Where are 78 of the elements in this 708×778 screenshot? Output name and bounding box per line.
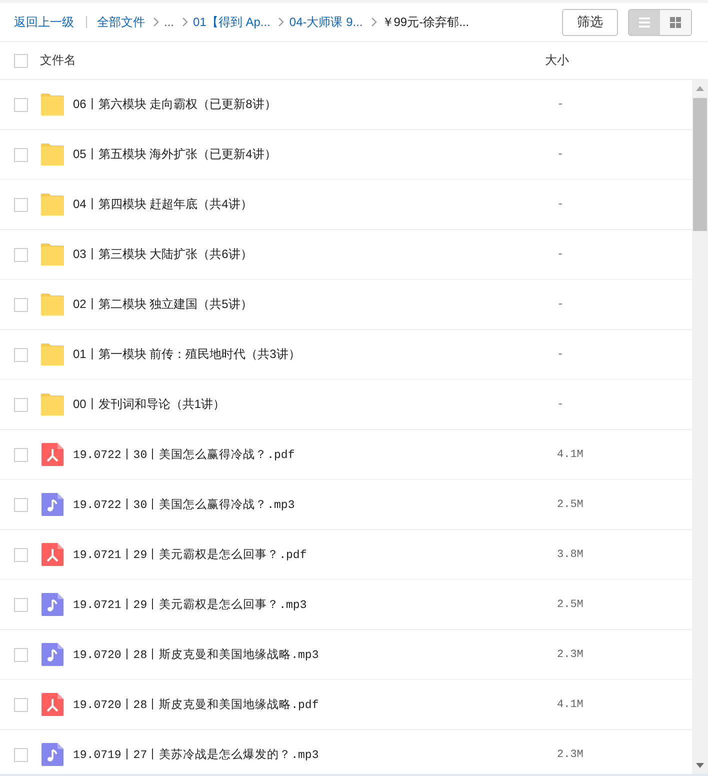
back-link[interactable]: 返回上一级 [14,14,74,30]
scrollbar[interactable] [692,80,708,774]
breadcrumb-ellipsis[interactable]: ... [164,14,174,30]
file-name[interactable]: 19.0720丨28丨斯皮克曼和美国地缘战略.mp3 [73,647,557,662]
folder-icon [41,393,64,416]
row-checkbox[interactable] [14,498,28,512]
folder-icon [41,293,64,316]
file-size: 2.3M [557,648,584,660]
chevron-icon [370,17,377,27]
breadcrumb-link[interactable]: 全部文件 [97,14,145,30]
pdf-file-icon [41,693,64,716]
file-size: - [557,298,564,310]
pdf-file-icon [41,443,64,466]
file-size: - [557,248,564,260]
file-size: 2.5M [557,598,584,610]
select-all-checkbox[interactable] [14,54,28,68]
music-file-icon [41,593,64,616]
music-file-icon [41,493,64,516]
file-name[interactable]: 03丨第三模块 大陆扩张（共6讲） [73,246,557,263]
row-checkbox[interactable] [14,698,28,712]
chevron-icon [278,17,284,27]
file-size: - [557,148,564,160]
row-checkbox[interactable] [14,298,28,312]
folder-icon [41,193,64,216]
file-name[interactable]: 19.0722丨30丨美国怎么赢得冷战？.mp3 [73,497,557,512]
file-size: 4.1M [557,698,584,710]
list-icon [639,16,650,28]
file-name[interactable]: 04丨第四模块 赶超年底（共4讲） [73,196,557,213]
column-header: 大小 [545,52,569,69]
pdf-file-icon [41,543,64,566]
file-name[interactable]: 19.0722丨30丨美国怎么赢得冷战？.pdf [73,447,557,462]
file-name[interactable]: 01丨第一模块 前传：殖民地时代（共3讲） [73,346,557,363]
music-file-icon [41,643,64,666]
file-name[interactable]: 19.0720丨28丨斯皮克曼和美国地缘战略.pdf [73,697,557,712]
file-size: - [557,348,564,360]
folder-icon [41,243,64,266]
list-view-button[interactable] [629,10,660,34]
row-checkbox[interactable] [14,398,28,412]
file-name[interactable]: 05丨第五模块 海外扩张（已更新4讲） [73,146,557,163]
row-checkbox[interactable] [14,648,28,662]
grid-icon [670,16,681,28]
file-name[interactable]: 06丨第六模块 走向霸权（已更新8讲） [73,96,557,113]
filter-button[interactable]: 筛选 [562,8,618,36]
file-size: 2.3M [557,748,584,760]
row-checkbox[interactable] [14,98,28,112]
chevron-icon [153,17,159,27]
folder-icon [41,143,64,166]
folder-icon [41,93,64,116]
file-size: 4.1M [557,448,584,460]
row-checkbox[interactable] [14,348,28,362]
scroll-up-icon[interactable] [696,86,704,91]
file-name[interactable]: 19.0721丨29丨美元霸权是怎么回事？.mp3 [73,597,557,612]
column-header: 文件名 [40,52,77,69]
row-checkbox[interactable] [14,248,28,262]
current-folder-name: ￥99元-徐弃郁... [382,14,470,30]
breadcrumb-link[interactable]: 04-大师课 9... [289,14,363,30]
row-checkbox[interactable] [14,448,28,462]
breadcrumb-link[interactable]: 01【得到 Ap... [193,14,270,30]
scroll-down-icon[interactable] [696,763,704,768]
grid-view-button[interactable] [660,10,691,34]
file-name[interactable]: 02丨第二模块 独立建国（共5讲） [73,296,557,313]
music-file-icon [41,743,64,766]
file-size: 3.8M [557,548,584,560]
row-checkbox[interactable] [14,598,28,612]
file-size: - [557,398,564,410]
chevron-icon [182,17,188,27]
row-checkbox[interactable] [14,748,28,762]
scrollbar-thumb[interactable] [693,98,707,231]
file-name[interactable]: 19.0721丨29丨美元霸权是怎么回事？.pdf [73,547,557,562]
file-name[interactable]: 00丨发刊词和导论（共1讲） [73,396,557,413]
row-checkbox[interactable] [14,198,28,212]
file-size: - [557,198,564,210]
row-checkbox[interactable] [14,148,28,162]
folder-icon [41,343,64,366]
file-size: - [557,98,564,110]
file-size: 2.5M [557,498,584,510]
file-name[interactable]: 19.0719丨27丨美苏冷战是怎么爆发的？.mp3 [73,747,557,762]
row-checkbox[interactable] [14,548,28,562]
